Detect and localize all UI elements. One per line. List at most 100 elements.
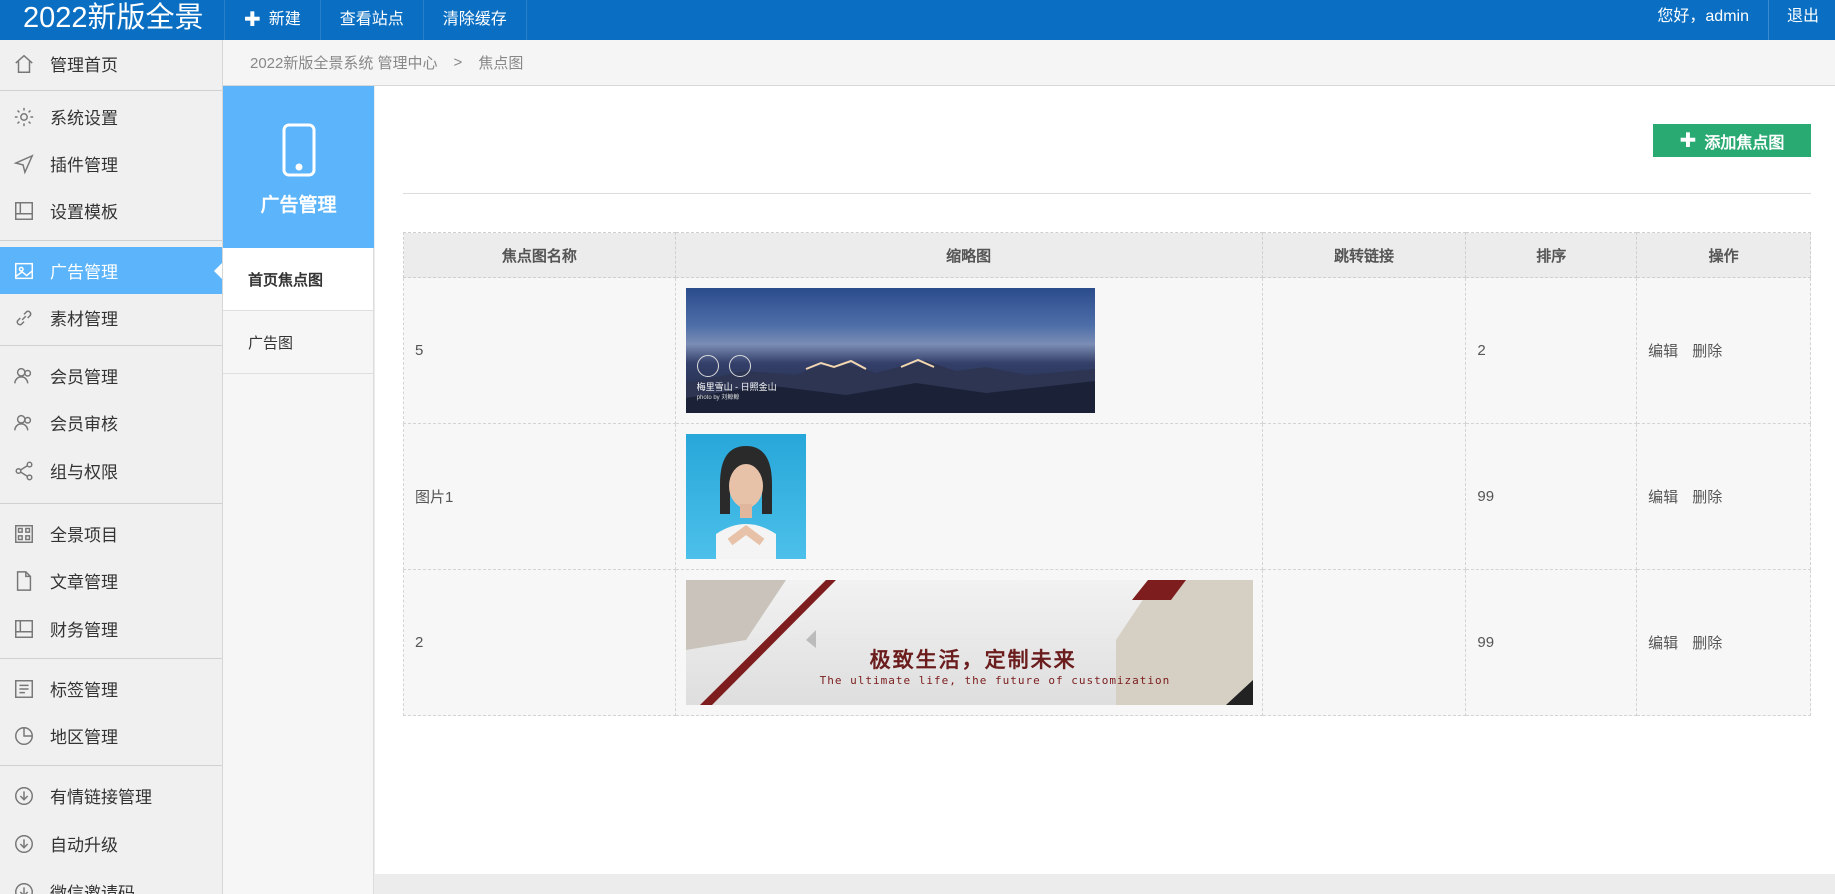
banner-subtitle: The ultimate life, the future of customi… xyxy=(819,674,1171,687)
sidebar-item-label: 财务管理 xyxy=(50,621,118,640)
sidebar-item-label: 有情链接管理 xyxy=(50,788,152,807)
divider xyxy=(0,90,222,91)
sidebar-item-groups[interactable]: 组与权限 xyxy=(0,447,222,494)
sidebar-item-regions[interactable]: 地区管理 xyxy=(0,712,222,759)
sidebar-item-ads[interactable]: 广告管理 xyxy=(0,247,222,294)
send-icon xyxy=(12,152,36,176)
sidebar-item-label: 标签管理 xyxy=(50,681,118,700)
top-nav: ✚ 新建 查看站点 清除缓存 xyxy=(224,0,527,40)
divider xyxy=(0,240,222,241)
sidebar-item-home[interactable]: 管理首页 xyxy=(0,40,222,87)
banner-headline: 极致生活，定制未来 xyxy=(869,649,1077,672)
sidebar-item-label: 管理首页 xyxy=(50,56,118,75)
divider xyxy=(0,658,222,659)
divider xyxy=(403,193,1811,194)
sidebar-item-plugins[interactable]: 插件管理 xyxy=(0,140,222,187)
edit-link[interactable]: 编辑 xyxy=(1648,343,1678,360)
edit-link[interactable]: 编辑 xyxy=(1648,489,1678,506)
cell-order: 99 xyxy=(1465,569,1638,716)
table-row: 图片1 99 编辑 删除 xyxy=(403,423,1811,570)
sidebar-item-label: 会员审核 xyxy=(50,415,118,434)
sub-menu-panel: 广告管理 首页焦点图 广告图 xyxy=(223,86,374,894)
user-check-icon xyxy=(12,411,36,435)
sidebar-item-finance[interactable]: 财务管理 xyxy=(0,605,222,652)
cell-order: 2 xyxy=(1465,277,1638,424)
sidebar-item-label: 插件管理 xyxy=(50,156,118,175)
gear-icon xyxy=(12,105,36,129)
download-circle-icon xyxy=(12,832,36,856)
sidebar-item-member-review[interactable]: 会员审核 xyxy=(0,399,222,446)
sidebar-item-label: 地区管理 xyxy=(50,728,118,747)
sub-menu-item-home-focus[interactable]: 首页焦点图 xyxy=(223,248,373,311)
template-icon xyxy=(12,199,36,223)
sidebar-item-wechat-invite[interactable]: 微信邀请码 xyxy=(0,868,222,894)
new-button[interactable]: ✚ 新建 xyxy=(224,0,320,40)
list-icon xyxy=(12,677,36,701)
divider xyxy=(0,503,222,504)
grid-icon xyxy=(12,522,36,546)
home-banner-thumbnail[interactable]: 极致生活，定制未来 The ultimate life, the future … xyxy=(685,580,1253,705)
breadcrumb-current: 焦点图 xyxy=(478,55,524,72)
home-icon xyxy=(12,52,36,76)
clear-cache-link[interactable]: 清除缓存 xyxy=(422,0,527,40)
sidebar-item-label: 自动升级 xyxy=(50,836,118,855)
image-icon xyxy=(12,259,36,283)
sidebar-item-articles[interactable]: 文章管理 xyxy=(0,557,222,604)
sidebar: 管理首页 系统设置 插件管理 设置模板 广告管理 素材管理 会员管理 会员审核 … xyxy=(0,40,223,894)
column-header: 操作 xyxy=(1636,232,1811,278)
sidebar-item-friend-links[interactable]: 有情链接管理 xyxy=(0,772,222,819)
cell-order: 99 xyxy=(1465,423,1638,570)
sidebar-item-label: 系统设置 xyxy=(50,109,118,128)
delete-link[interactable]: 删除 xyxy=(1692,343,1722,360)
cell-name: 2 xyxy=(403,569,676,716)
sidebar-item-auto-upgrade[interactable]: 自动升级 xyxy=(0,820,222,867)
sidebar-item-system-settings[interactable]: 系统设置 xyxy=(0,93,222,140)
sub-menu-header: 广告管理 xyxy=(223,86,374,248)
cell-actions: 编辑 删除 xyxy=(1636,277,1811,424)
cell-link xyxy=(1261,569,1467,716)
users-icon xyxy=(12,364,36,388)
cell-thumbnail: 梅里雪山 - 日照金山 photo by 刘鲸鲸 xyxy=(674,277,1263,424)
sidebar-item-tags[interactable]: 标签管理 xyxy=(0,665,222,712)
logout-link[interactable]: 退出 xyxy=(1767,0,1835,40)
brand-title[interactable]: 2022新版全景 xyxy=(23,0,204,40)
mobile-phone-icon xyxy=(282,123,315,176)
column-header: 缩略图 xyxy=(674,232,1263,278)
table-header-row: 焦点图名称 缩略图 跳转链接 排序 操作 xyxy=(403,232,1811,278)
sidebar-item-templates[interactable]: 设置模板 xyxy=(0,187,222,234)
cell-thumbnail xyxy=(674,423,1263,570)
sidebar-item-label: 广告管理 xyxy=(50,263,118,282)
edit-link[interactable]: 编辑 xyxy=(1648,635,1678,652)
portrait-graphic xyxy=(715,446,776,559)
divider xyxy=(0,345,222,346)
avatar-thumbnail[interactable] xyxy=(685,434,806,559)
column-header: 排序 xyxy=(1465,232,1638,278)
share-icon xyxy=(12,459,36,483)
sidebar-item-label: 素材管理 xyxy=(50,310,118,329)
main-content: ✚ 添加焦点图 焦点图名称 缩略图 跳转链接 排序 操作 5 梅里雪山 - 日照… xyxy=(375,86,1835,874)
add-focus-image-button[interactable]: ✚ 添加焦点图 xyxy=(1653,124,1811,157)
sub-menu-item-ad-images[interactable]: 广告图 xyxy=(223,311,373,374)
cell-actions: 编辑 删除 xyxy=(1636,423,1811,570)
breadcrumb-root[interactable]: 2022新版全景系统 管理中心 xyxy=(250,52,438,73)
cell-thumbnail: 极致生活，定制未来 The ultimate life, the future … xyxy=(674,569,1263,716)
view-site-link[interactable]: 查看站点 xyxy=(319,0,423,40)
greeting-text: 您好，admin xyxy=(1657,8,1749,25)
sidebar-item-materials[interactable]: 素材管理 xyxy=(0,294,222,341)
file-icon xyxy=(12,569,36,593)
sidebar-item-members[interactable]: 会员管理 xyxy=(0,352,222,399)
delete-link[interactable]: 删除 xyxy=(1692,489,1722,506)
mountain-banner-thumbnail[interactable]: 梅里雪山 - 日照金山 photo by 刘鲸鲸 xyxy=(685,288,1095,413)
cell-actions: 编辑 删除 xyxy=(1636,569,1811,716)
top-bar: 2022新版全景 ✚ 新建 查看站点 清除缓存 您好，admin 退出 xyxy=(0,0,1835,40)
sub-menu-title: 广告管理 xyxy=(260,194,337,216)
cell-name: 5 xyxy=(403,277,676,424)
award-badge-icon xyxy=(696,355,719,377)
delete-link[interactable]: 删除 xyxy=(1692,635,1722,652)
sidebar-item-panorama[interactable]: 全景项目 xyxy=(0,510,222,557)
award-badge-icon xyxy=(728,355,751,377)
cell-link xyxy=(1261,277,1467,424)
sidebar-item-label: 文章管理 xyxy=(50,573,118,592)
sidebar-item-label: 全景项目 xyxy=(50,526,118,545)
column-header: 焦点图名称 xyxy=(403,232,676,278)
